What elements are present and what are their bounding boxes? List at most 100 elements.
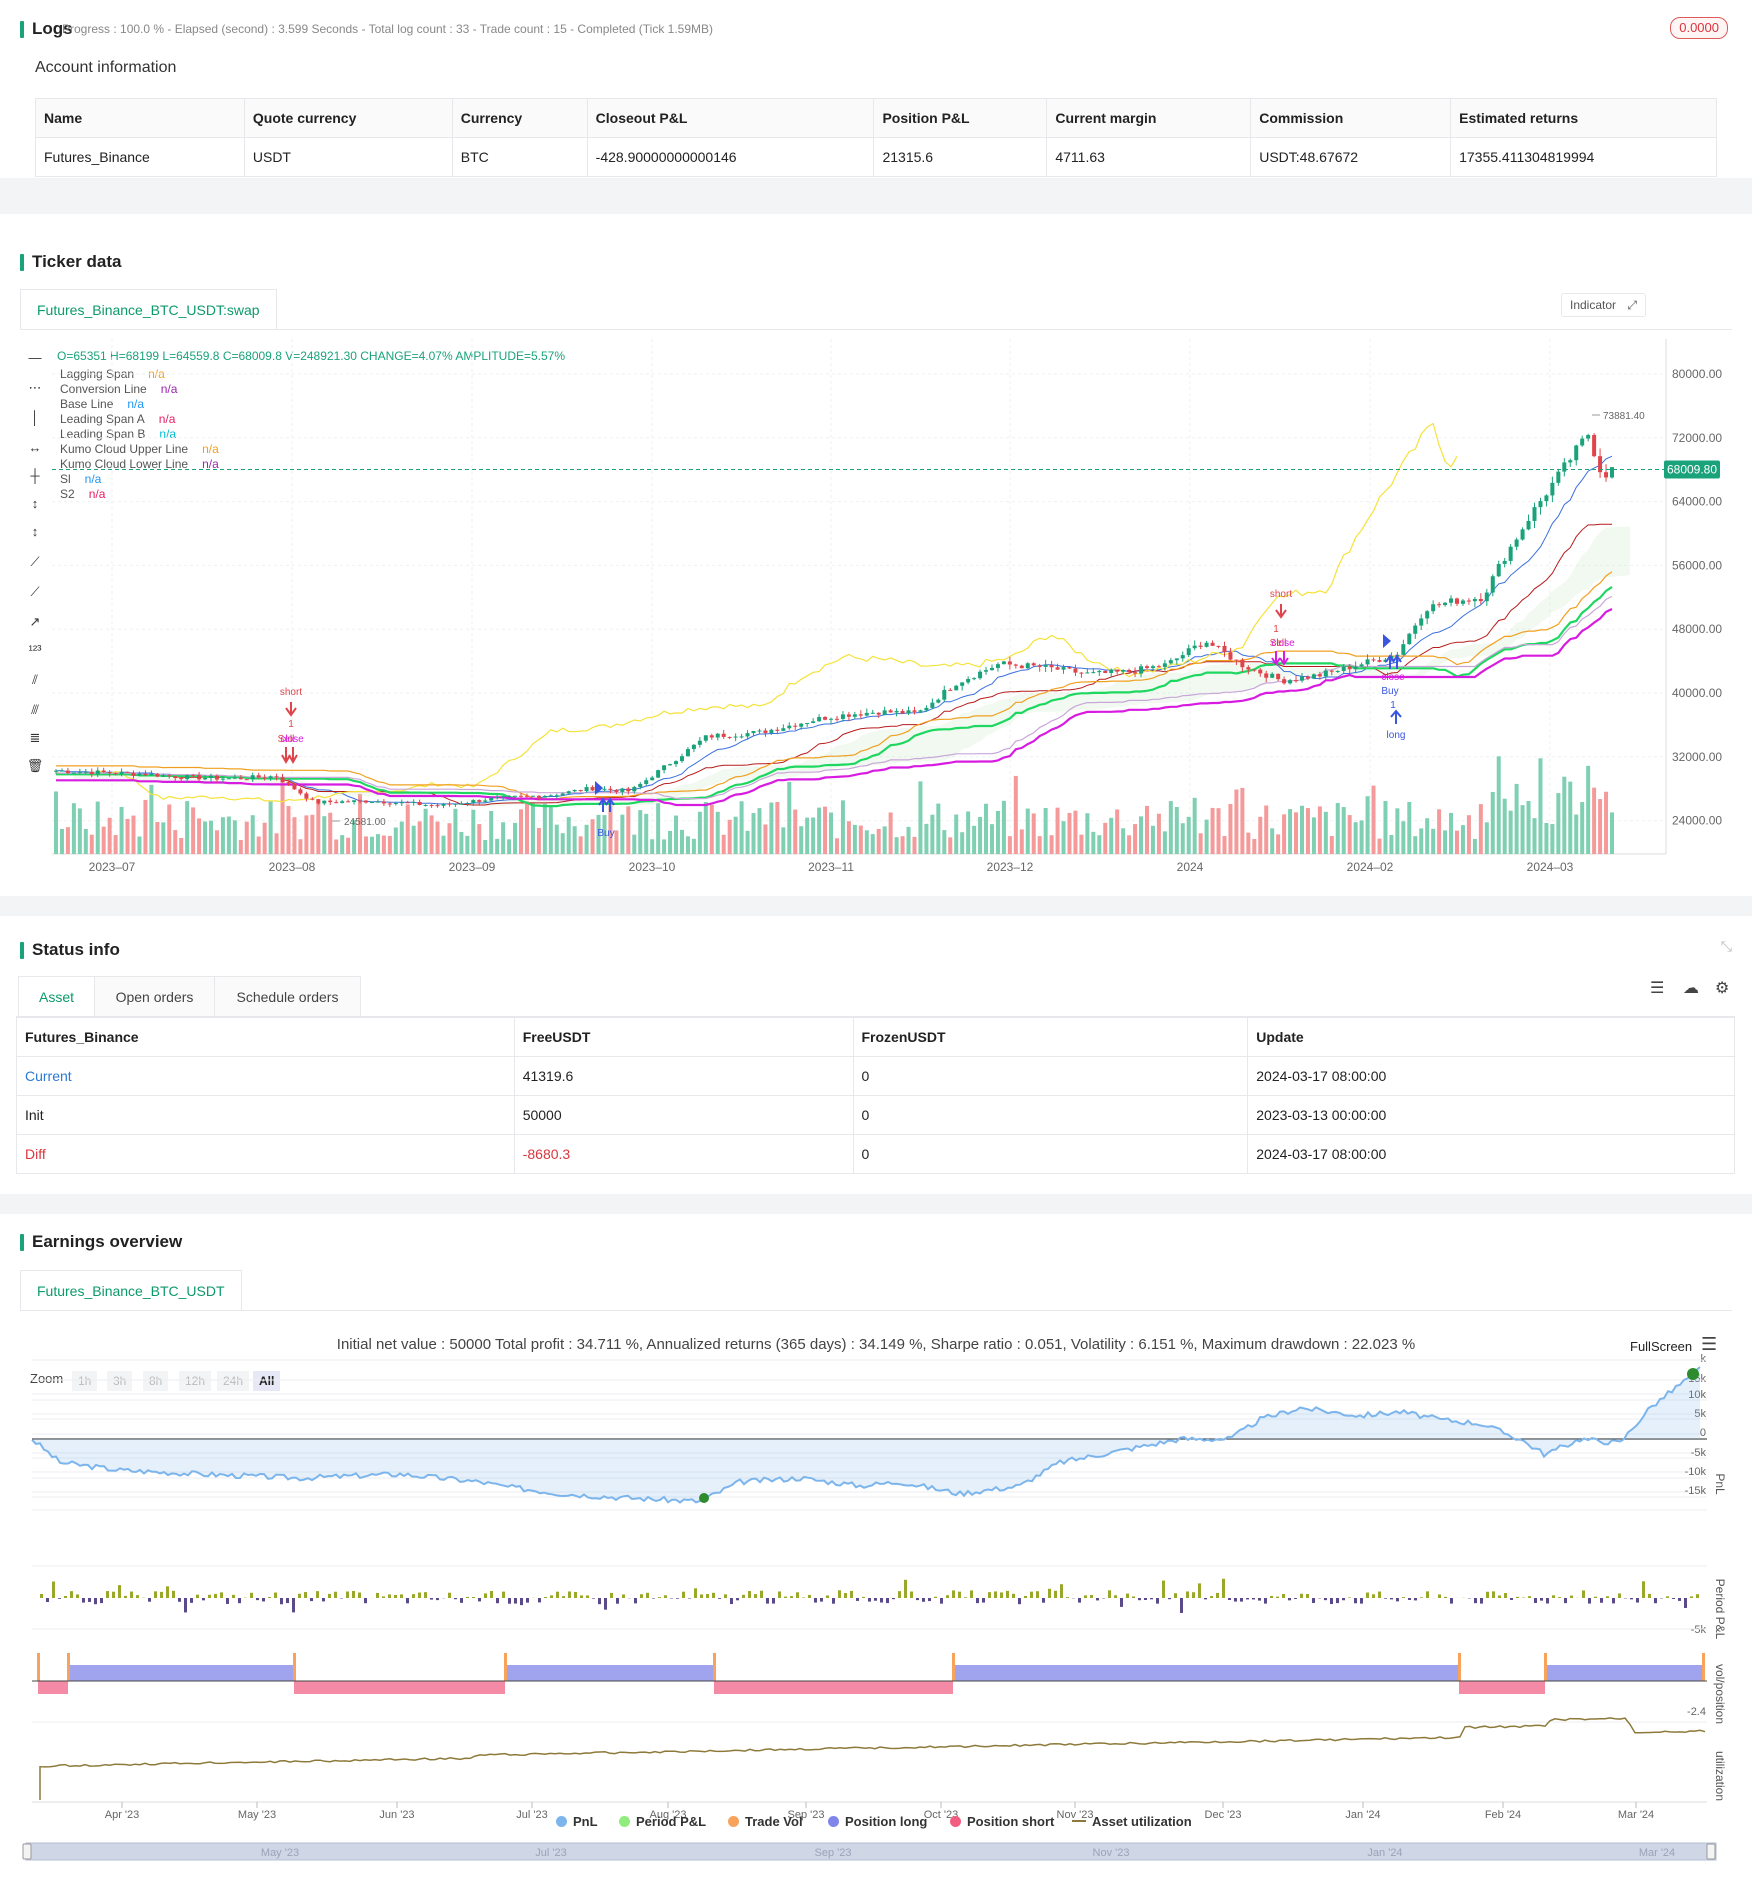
period-pnl-bar [976,1598,979,1604]
period-pnl-bar [1558,1597,1561,1598]
candle-body [864,712,869,716]
volume-bar [1204,819,1209,854]
candle-body [220,778,225,780]
volume-bar [334,839,339,854]
candle-body [1091,672,1096,674]
volume-bar [632,834,637,854]
volume-bar [1234,789,1239,854]
volume-bar [1067,812,1072,854]
min-pnl-marker [699,1493,709,1503]
legend-item[interactable]: PnL [556,1814,598,1829]
status-cell: Init [16,1095,515,1135]
candle-body [1604,472,1609,478]
status-tab[interactable]: Open orders [95,976,215,1016]
volume-bar [644,813,649,854]
candle-body [369,802,374,804]
volume-bar [662,839,667,854]
candle-body [1210,642,1215,646]
legend-item[interactable]: Period P&L [619,1814,706,1829]
legend-item[interactable]: Position long [828,1814,927,1829]
candle-body [912,710,917,712]
candle-body [602,788,607,790]
list-icon[interactable]: ☰ [1650,978,1664,998]
position-long-bar [1545,1665,1703,1681]
legend-item[interactable]: Asset utilization [1072,1814,1192,1829]
status-tab[interactable]: Asset [18,976,95,1016]
candle-body [387,803,392,805]
period-pnl-bar [202,1598,205,1601]
period-pnl-bar [1066,1597,1069,1598]
volume-bar [721,834,726,854]
period-pnl-bar [574,1591,577,1598]
volume-bar [805,817,810,854]
candle-body [668,764,673,766]
volume-bar [119,806,124,854]
period-pnl-bar [94,1598,97,1605]
period-pnl-bar [1150,1598,1153,1600]
gear-icon[interactable]: ⚙ [1715,978,1729,998]
volume-bar [1311,817,1316,854]
period-pnl-bar [580,1595,583,1598]
candle-body [1466,600,1471,602]
volume-bar [1210,807,1215,854]
candle-body [638,783,643,787]
volume-bar [1592,787,1597,854]
period-pnl-bar [880,1598,883,1603]
collapse-icon[interactable]: ⤡ [1721,938,1732,955]
candle-body [1425,611,1430,619]
trade-marker-close: close [1381,672,1405,683]
candle-body [1216,645,1221,647]
period-pnl-bar [652,1598,655,1599]
period-pnl-bar [394,1595,397,1598]
candle-body [1133,672,1138,674]
period-pnl-bar [664,1595,667,1598]
volume-bar [214,830,219,854]
candle-body [948,689,953,691]
ticker-chart[interactable]: 80000.00 72000.00 64000.00 56000.00 48000.00… [0,214,1752,896]
candle-body [495,797,500,799]
candle-body [1365,659,1370,665]
candle-body [1490,576,1495,593]
period-pnl-bar [1264,1598,1267,1604]
legend-dot-icon [556,1816,567,1827]
volume-bar [238,839,243,854]
volume-bar [316,803,321,854]
period-pnl-bar [1156,1598,1159,1604]
candle-body [1264,673,1269,678]
volume-bar [1121,828,1126,854]
period-pnl-bar [178,1598,181,1602]
volume-bar [1532,818,1537,854]
status-header: FreeUSDT [513,1017,854,1057]
volume-bar [656,803,661,854]
earnings-chart[interactable]: k15k10k5k0-5k-10k-15k-5k-2.4PnLPeriod P&… [0,1214,1752,1891]
period-pnl-bar [1060,1584,1063,1598]
candle-body [346,801,351,803]
candle-body [1204,642,1209,647]
candle-body [1335,670,1340,672]
navigator-tick-label: May '23 [261,1847,299,1859]
volume-bar [107,817,112,854]
candle-body [119,771,124,774]
period-pnl-bar [1378,1591,1381,1598]
candle-body [584,787,589,792]
volume-bar [328,812,333,854]
volume-bar [590,819,595,854]
status-tab[interactable]: Schedule orders [215,976,361,1016]
volume-bar [179,837,184,854]
candle-body [1043,664,1048,667]
candle-body [966,678,971,683]
period-pnl-bar [64,1596,67,1598]
volume-bar [83,828,88,854]
period-pnl-bar [352,1590,355,1598]
volume-bar [280,781,285,854]
candle-body [334,802,339,804]
candle-body [1097,670,1102,673]
time-tick-label: Dec '23 [1205,1809,1242,1821]
period-pnl-bar [1582,1590,1585,1598]
period-pnl-bar [1258,1598,1261,1601]
legend-item[interactable]: Trade Vol [728,1814,803,1829]
cloud-download-icon[interactable]: ☁ [1683,978,1699,998]
candle-body [1121,669,1126,672]
candle-body [989,667,994,671]
legend-item[interactable]: Position short [950,1814,1054,1829]
